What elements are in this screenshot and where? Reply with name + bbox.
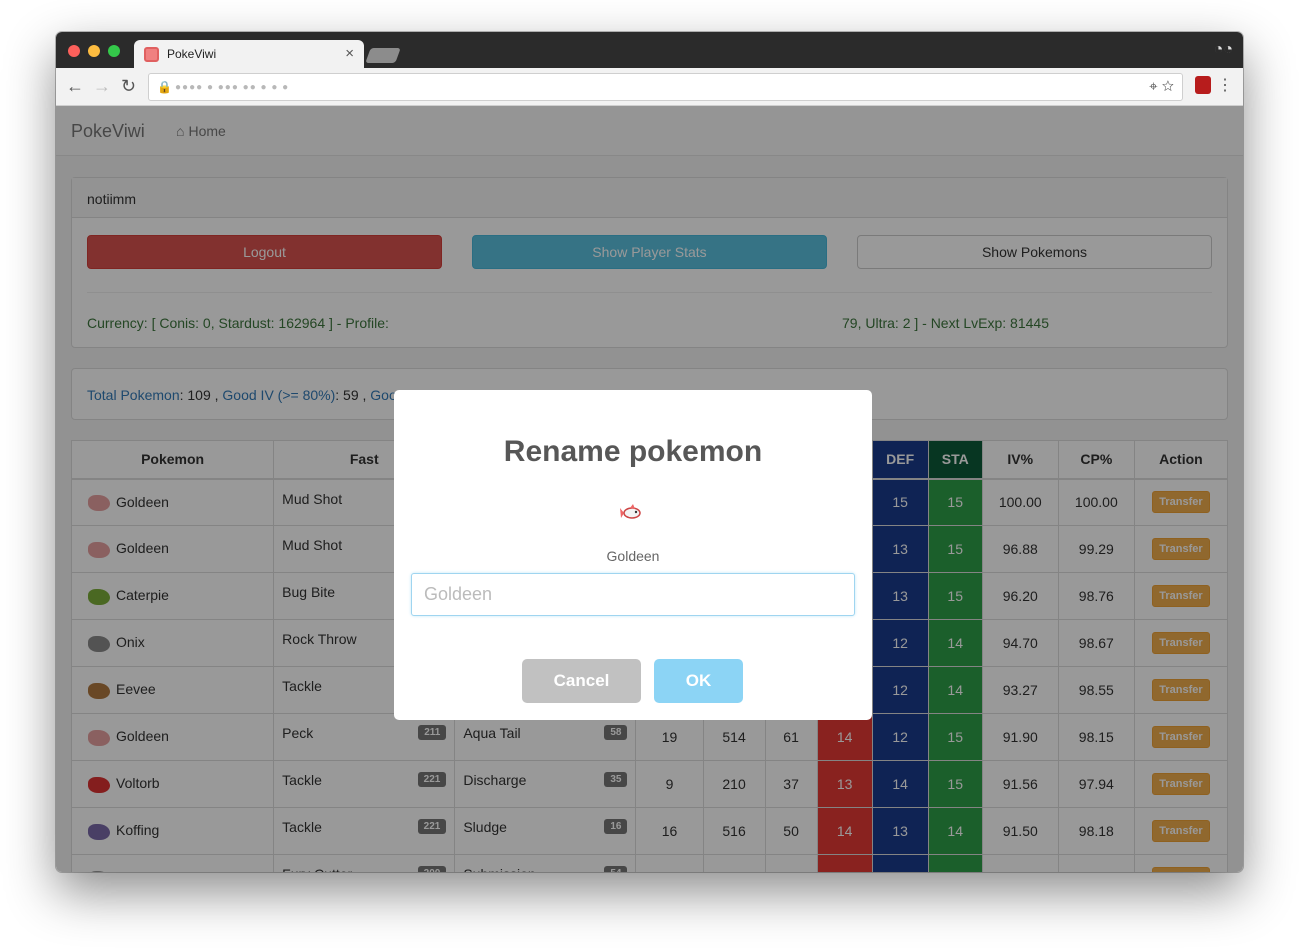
incognito-icon: ◔◔ xyxy=(1213,41,1233,58)
close-window-button[interactable] xyxy=(68,45,80,57)
maximize-window-button[interactable] xyxy=(108,45,120,57)
modal-title: Rename pokemon xyxy=(503,435,763,468)
title-bar: PokeViwi × ◔◔ xyxy=(56,32,1243,68)
menu-dots-icon[interactable]: ⋮ xyxy=(1217,75,1233,95)
bookmark-star-icon[interactable]: ⌖ ☆ xyxy=(1149,78,1174,95)
browser-window: PokeViwi × ◔◔ ← → ↻ 🔒 ●●●● ● ●●● ●● ● ● … xyxy=(56,32,1243,872)
address-bar[interactable]: 🔒 ●●●● ● ●●● ●● ● ● ● ⌖ ☆ xyxy=(148,73,1183,101)
goldeen-sprite-icon xyxy=(620,504,641,519)
rename-modal: Rename pokemon Goldeen Cancel OK xyxy=(394,390,872,720)
reload-icon[interactable]: ↻ xyxy=(121,76,136,97)
url-text: ●●●● ● ●●● ●● ● ● ● xyxy=(175,82,290,93)
tab-title: PokeViwi xyxy=(167,47,217,61)
minimize-window-button[interactable] xyxy=(88,45,100,57)
forward-icon[interactable]: → xyxy=(93,76,111,97)
new-tab-button[interactable] xyxy=(365,48,401,63)
cancel-button[interactable]: Cancel xyxy=(522,659,641,703)
modal-pokemon-name: Goldeen xyxy=(606,548,660,564)
lock-icon: 🔒 xyxy=(157,80,172,94)
rename-input[interactable] xyxy=(411,573,855,616)
back-icon[interactable]: ← xyxy=(66,76,84,97)
browser-toolbar: ← → ↻ 🔒 ●●●● ● ●●● ●● ● ● ● ⌖ ☆ ⋮ xyxy=(56,68,1243,106)
browser-tab[interactable]: PokeViwi × xyxy=(134,40,364,68)
tab-close-icon[interactable]: × xyxy=(345,45,354,62)
modal-overlay[interactable]: Rename pokemon Goldeen Cancel OK xyxy=(56,106,1243,872)
favicon-icon xyxy=(144,47,159,62)
extension-icon[interactable] xyxy=(1195,76,1211,94)
ok-button[interactable]: OK xyxy=(654,659,743,703)
